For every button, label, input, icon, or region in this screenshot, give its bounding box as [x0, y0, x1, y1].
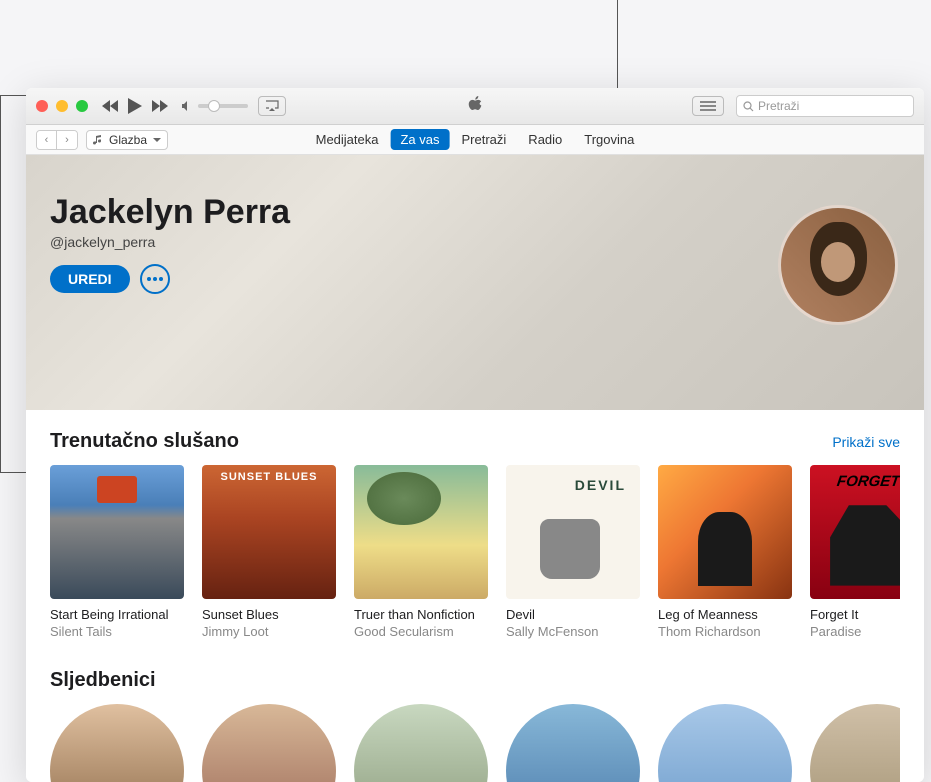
album-card[interactable]: Devil Sally McFenson: [506, 465, 640, 641]
album-art: [354, 465, 488, 599]
content: Trenutačno slušano Prikaži sve Start Bei…: [26, 410, 924, 782]
follower-item[interactable]: [506, 704, 640, 782]
volume-control[interactable]: [182, 100, 248, 112]
search-icon: [743, 101, 754, 112]
profile-actions: UREDI: [50, 264, 900, 294]
album-title: Devil: [506, 607, 640, 624]
album-title: Leg of Meanness: [658, 607, 792, 624]
tab-radio[interactable]: Radio: [518, 129, 572, 150]
album-card[interactable]: Truer than Nonfiction Good Secularism: [354, 465, 488, 641]
album-card[interactable]: Sunset Blues Jimmy Loot: [202, 465, 336, 641]
followers-row: [50, 704, 900, 782]
album-art: [506, 465, 640, 599]
volume-slider[interactable]: [198, 104, 248, 108]
nav-tabs: Medijateka Za vas Pretraži Radio Trgovin…: [306, 129, 645, 150]
apple-logo-icon: [468, 96, 482, 117]
section-title: Trenutačno slušano: [50, 430, 239, 453]
close-button[interactable]: [36, 100, 48, 112]
album-art: [202, 465, 336, 599]
album-title: Truer than Nonfiction: [354, 607, 488, 624]
album-card[interactable]: Leg of Meanness Thom Richardson: [658, 465, 792, 641]
callout-line: [0, 95, 26, 96]
section-header-followers: Sljedbenici: [50, 669, 900, 692]
album-title: Sunset Blues: [202, 607, 336, 624]
follower-item[interactable]: [50, 704, 184, 782]
album-art: [658, 465, 792, 599]
profile-name: Jackelyn Perra: [50, 193, 900, 232]
chevron-down-icon: [153, 136, 161, 144]
media-select-label: Glazba: [109, 133, 147, 147]
forward-button[interactable]: ›: [57, 131, 77, 149]
list-view-button[interactable]: [692, 96, 724, 116]
album-row: Start Being Irrational Silent Tails Suns…: [50, 465, 900, 641]
profile-header: Jackelyn Perra @jackelyn_perra UREDI: [26, 155, 924, 410]
follower-item[interactable]: [202, 704, 336, 782]
play-icon[interactable]: [128, 98, 142, 114]
tab-for-you[interactable]: Za vas: [390, 129, 449, 150]
album-card[interactable]: Forget It Paradise: [810, 465, 900, 641]
airplay-button[interactable]: [258, 96, 286, 116]
album-artist: Paradise: [810, 624, 900, 641]
more-button[interactable]: [140, 264, 170, 294]
album-artist: Jimmy Loot: [202, 624, 336, 641]
callout-line: [0, 95, 1, 473]
tab-library[interactable]: Medijateka: [306, 129, 389, 150]
follower-item[interactable]: [658, 704, 792, 782]
next-icon[interactable]: [152, 100, 168, 112]
album-title: Start Being Irrational: [50, 607, 184, 624]
album-art: [50, 465, 184, 599]
search-placeholder: Pretraži: [758, 99, 799, 113]
edit-button[interactable]: UREDI: [50, 265, 130, 293]
section-header-listening: Trenutačno slušano Prikaži sve: [50, 430, 900, 453]
album-art: [810, 465, 900, 599]
nav-history: ‹ ›: [36, 130, 78, 150]
album-card[interactable]: Start Being Irrational Silent Tails: [50, 465, 184, 641]
tab-store[interactable]: Trgovina: [574, 129, 644, 150]
previous-icon[interactable]: [102, 100, 118, 112]
album-artist: Sally McFenson: [506, 624, 640, 641]
follower-item[interactable]: [810, 704, 900, 782]
callout-line: [617, 0, 618, 88]
back-button[interactable]: ‹: [37, 131, 57, 149]
tab-browse[interactable]: Pretraži: [452, 129, 517, 150]
album-artist: Silent Tails: [50, 624, 184, 641]
avatar[interactable]: [778, 205, 898, 325]
maximize-button[interactable]: [76, 100, 88, 112]
section-title: Sljedbenici: [50, 669, 156, 692]
search-input[interactable]: Pretraži: [736, 95, 914, 117]
album-artist: Thom Richardson: [658, 624, 792, 641]
volume-icon: [182, 100, 194, 112]
profile-handle: @jackelyn_perra: [50, 234, 900, 250]
album-title: Forget It: [810, 607, 900, 624]
follower-item[interactable]: [354, 704, 488, 782]
window-controls: [36, 100, 88, 112]
media-type-select[interactable]: Glazba: [86, 130, 168, 150]
app-window: Pretraži ‹ › Glazba Medijateka Za vas Pr…: [26, 88, 924, 782]
navbar: ‹ › Glazba Medijateka Za vas Pretraži Ra…: [26, 125, 924, 155]
album-artist: Good Secularism: [354, 624, 488, 641]
music-note-icon: [93, 135, 103, 145]
minimize-button[interactable]: [56, 100, 68, 112]
titlebar: Pretraži: [26, 88, 924, 125]
playback-controls: [102, 98, 168, 114]
show-all-link[interactable]: Prikaži sve: [832, 434, 900, 450]
